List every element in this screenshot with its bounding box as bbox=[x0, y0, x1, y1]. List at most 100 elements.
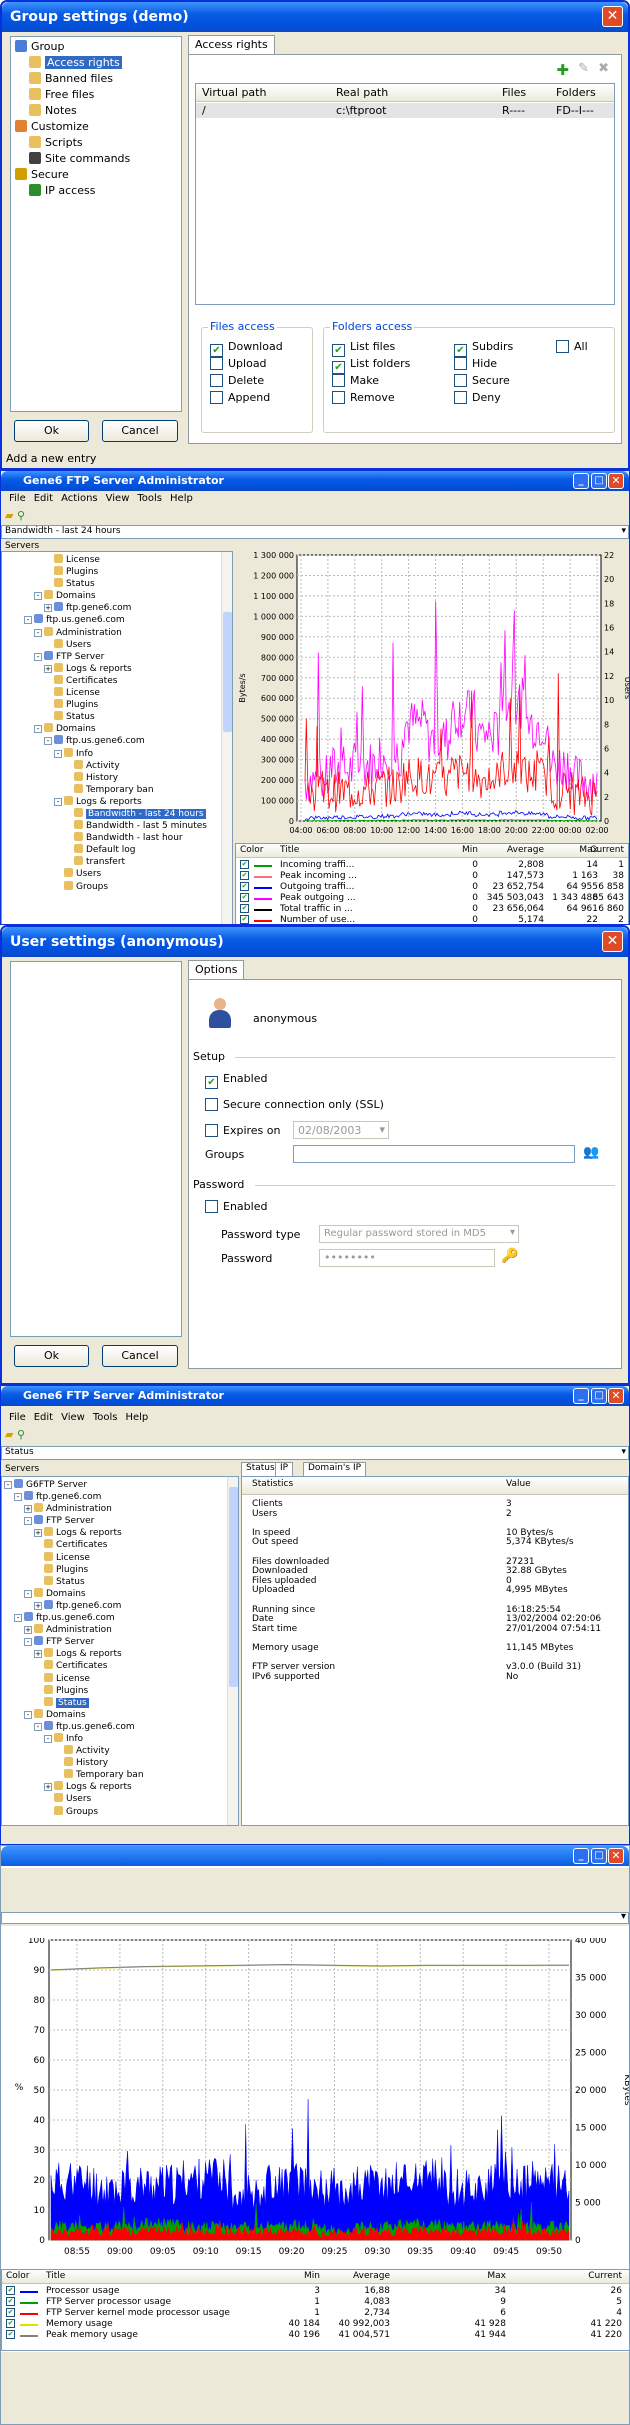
tree-item[interactable]: Plugins bbox=[4, 699, 230, 711]
tree-item[interactable]: Groups bbox=[4, 1805, 236, 1818]
chevron-down-icon[interactable]: ▾ bbox=[379, 1123, 385, 1136]
tree-item[interactable]: - ftp.us.gene6.com bbox=[4, 614, 230, 626]
tree-item[interactable]: transfert bbox=[4, 856, 230, 868]
collapse-icon[interactable]: - bbox=[54, 749, 62, 758]
tree-item[interactable]: - ftp.us.gene6.com bbox=[4, 1612, 236, 1624]
tree-item[interactable]: Status bbox=[4, 711, 230, 723]
tree-item[interactable]: Notes bbox=[15, 103, 177, 119]
chevron-down-icon[interactable]: ▾ bbox=[621, 526, 626, 536]
legend-column-header[interactable]: Title bbox=[46, 2271, 65, 2281]
tree-item[interactable]: Plugins bbox=[4, 566, 230, 578]
expand-icon[interactable]: + bbox=[34, 1601, 42, 1610]
legend-column-header[interactable]: Current bbox=[588, 2271, 622, 2281]
chevron-down-icon[interactable]: ▾ bbox=[621, 1447, 626, 1457]
tree-item[interactable]: - FTP Server bbox=[4, 1515, 236, 1527]
tree-item[interactable]: Bandwidth - last hour bbox=[4, 832, 230, 844]
tree-item[interactable]: Users bbox=[4, 1793, 236, 1805]
tree-item[interactable]: Users bbox=[4, 868, 230, 880]
legend-column-header[interactable]: Max bbox=[487, 2271, 506, 2281]
col-files[interactable]: Files bbox=[502, 86, 526, 99]
tree-item[interactable]: License bbox=[4, 687, 230, 699]
checkbox[interactable]: ✔ bbox=[6, 2330, 15, 2339]
tree-scrollbar[interactable] bbox=[227, 1477, 238, 1825]
collapse-icon[interactable]: - bbox=[24, 1517, 32, 1526]
password-type-select[interactable]: Regular password stored in MD5 ▾ bbox=[319, 1225, 519, 1243]
collapse-icon[interactable]: - bbox=[14, 1493, 22, 1502]
folders-access-checkbox[interactable]: ✔ Subdirs bbox=[454, 340, 513, 357]
collapse-icon[interactable]: - bbox=[24, 1589, 32, 1598]
expand-icon[interactable]: + bbox=[34, 1650, 42, 1659]
col-value[interactable]: Value bbox=[506, 1479, 531, 1489]
checkbox-box[interactable]: ✔ bbox=[332, 361, 345, 374]
tree-item[interactable]: + Logs & reports bbox=[4, 1781, 236, 1793]
legend-column-header[interactable]: Min bbox=[304, 2271, 320, 2281]
collapse-icon[interactable]: - bbox=[34, 592, 42, 601]
password-field[interactable]: •••••••• bbox=[319, 1249, 495, 1267]
close-button[interactable]: ✕ bbox=[602, 6, 623, 27]
tree-item[interactable]: + Logs & reports bbox=[4, 1527, 236, 1539]
files-access-checkbox[interactable]: Upload bbox=[210, 357, 267, 370]
tree-item[interactable]: - FTP Server bbox=[4, 1636, 236, 1648]
collapse-icon[interactable]: - bbox=[4, 1481, 12, 1489]
tree-item[interactable]: + Logs & reports bbox=[4, 1648, 236, 1660]
menu-item[interactable]: File bbox=[9, 1412, 26, 1423]
checkbox-box[interactable] bbox=[210, 357, 223, 370]
expand-icon[interactable]: + bbox=[44, 1783, 52, 1792]
tree-item[interactable]: - G6FTP Server bbox=[4, 1479, 236, 1491]
tree-item[interactable]: - Logs & reports bbox=[4, 795, 230, 808]
tree-item[interactable]: License bbox=[4, 1551, 236, 1564]
tree-item[interactable]: Activity bbox=[4, 1745, 236, 1757]
tree-item[interactable]: + Administration bbox=[4, 1503, 236, 1515]
cancel-button[interactable]: Cancel bbox=[102, 420, 178, 442]
tree-item[interactable]: - Domains bbox=[4, 723, 230, 735]
expand-icon[interactable]: + bbox=[24, 1505, 32, 1514]
collapse-icon[interactable]: - bbox=[44, 737, 52, 746]
cancel-button[interactable]: Cancel bbox=[102, 1345, 178, 1367]
checkbox-box[interactable]: ✔ bbox=[454, 344, 467, 357]
enabled-checkbox[interactable]: ✔ Enabled bbox=[205, 1072, 267, 1089]
open-icon[interactable]: ▰ bbox=[5, 509, 13, 522]
files-access-checkbox[interactable]: Append bbox=[210, 391, 270, 404]
tree-item[interactable]: Certificates bbox=[4, 1539, 236, 1551]
maximize-button[interactable]: □ bbox=[591, 1388, 607, 1404]
tree-item[interactable]: - Domains bbox=[4, 1708, 236, 1721]
checkbox-box[interactable] bbox=[454, 391, 467, 404]
tree-item[interactable]: - Info bbox=[4, 1732, 236, 1745]
ok-button[interactable]: Ok bbox=[14, 420, 89, 442]
checkbox[interactable]: ✔ bbox=[240, 882, 249, 891]
legend-column-header[interactable]: Current bbox=[590, 845, 624, 855]
collapse-icon[interactable]: - bbox=[14, 1614, 22, 1623]
tree-item[interactable]: Customize bbox=[15, 119, 177, 135]
checkbox-box[interactable]: ✔ bbox=[210, 344, 223, 357]
col-statistics[interactable]: Statistics bbox=[252, 1479, 293, 1489]
folders-access-checkbox[interactable]: ✔ List files bbox=[332, 340, 395, 357]
checkbox[interactable]: ✔ bbox=[240, 871, 249, 880]
checkbox-box[interactable] bbox=[332, 374, 345, 387]
tree-scrollbar[interactable] bbox=[221, 552, 232, 924]
tree-item[interactable]: Status bbox=[4, 1696, 236, 1709]
view-combo[interactable]: Status ▾ bbox=[1, 1446, 629, 1460]
files-access-checkbox[interactable]: ✔ Download bbox=[210, 340, 283, 357]
expires-date-picker[interactable]: 02/08/2003 ▾ bbox=[293, 1121, 389, 1139]
tree-item[interactable]: Plugins bbox=[4, 1563, 236, 1576]
all-checkbox[interactable]: All bbox=[556, 340, 588, 353]
checkbox-box[interactable] bbox=[454, 357, 467, 370]
tree-item[interactable]: Secure bbox=[15, 167, 177, 183]
tree-item[interactable]: Activity bbox=[4, 759, 230, 772]
expand-icon[interactable]: + bbox=[44, 664, 52, 673]
col-real-path[interactable]: Real path bbox=[336, 86, 388, 99]
collapse-icon[interactable]: - bbox=[54, 797, 62, 806]
tree-item[interactable]: Plugins bbox=[4, 1684, 236, 1697]
menu-item[interactable]: Help bbox=[125, 1412, 148, 1423]
collapse-icon[interactable]: - bbox=[34, 652, 42, 661]
tree-item[interactable]: Certificates bbox=[4, 1660, 236, 1672]
tab-access-rights[interactable]: Access rights bbox=[188, 35, 275, 55]
close-button[interactable]: ✕ bbox=[608, 1848, 624, 1864]
expand-icon[interactable]: + bbox=[34, 1529, 42, 1538]
view-combo[interactable]: ▾ bbox=[1, 1911, 629, 1924]
checkbox-box[interactable] bbox=[332, 391, 345, 404]
folders-access-checkbox[interactable]: Make bbox=[332, 374, 379, 387]
tree-item[interactable]: - Info bbox=[4, 747, 230, 760]
collapse-icon[interactable]: - bbox=[24, 616, 32, 625]
expand-icon[interactable]: + bbox=[24, 1626, 32, 1635]
